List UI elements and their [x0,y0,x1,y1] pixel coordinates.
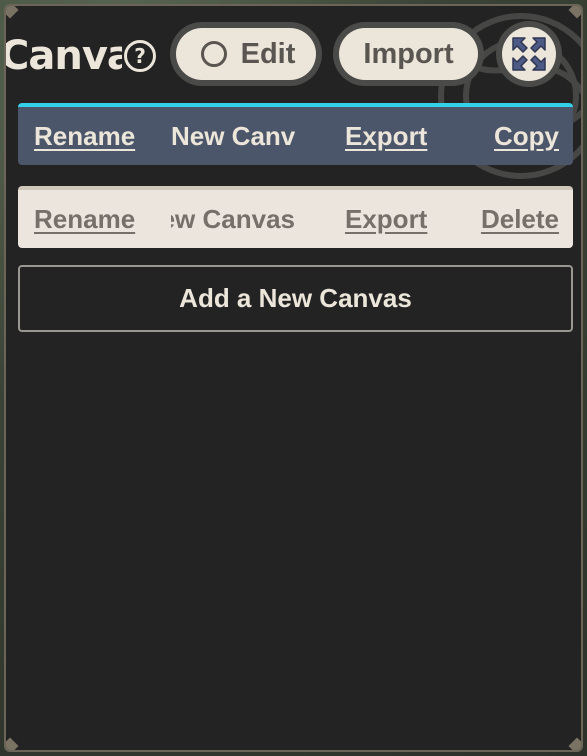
help-icon[interactable]: ? [124,40,156,72]
canvas-name: New Canvas [171,120,295,151]
expand-button[interactable] [496,21,562,87]
import-label: Import [363,37,454,70]
export-link[interactable]: Export [345,190,445,248]
corner-ornament [568,737,581,750]
canvas-name: New Canvas [171,203,295,234]
panel-header: Canvas ? Edit Import [6,6,581,102]
edit-label: Edit [240,37,296,70]
edit-toggle-button[interactable]: Edit [170,22,322,86]
panel-title: Canvas [4,33,122,79]
canvas-row[interactable]: Rename New Canvas Export Delete [18,186,573,248]
corner-ornament [6,737,19,750]
expand-arrows-icon [512,37,546,71]
delete-link[interactable]: Delete [459,190,559,248]
add-canvas-button[interactable]: Add a New Canvas [18,265,573,332]
canvas-row-selected[interactable]: Rename New Canvas Export Copy [18,103,573,165]
import-button[interactable]: Import [333,22,484,86]
export-link[interactable]: Export [345,107,445,165]
copy-link[interactable]: Copy [459,107,559,165]
canvas-panel: Canvas ? Edit Import [4,4,583,752]
rename-link[interactable]: Rename [34,107,144,165]
radio-icon [200,41,227,67]
rename-link[interactable]: Rename [34,190,144,248]
